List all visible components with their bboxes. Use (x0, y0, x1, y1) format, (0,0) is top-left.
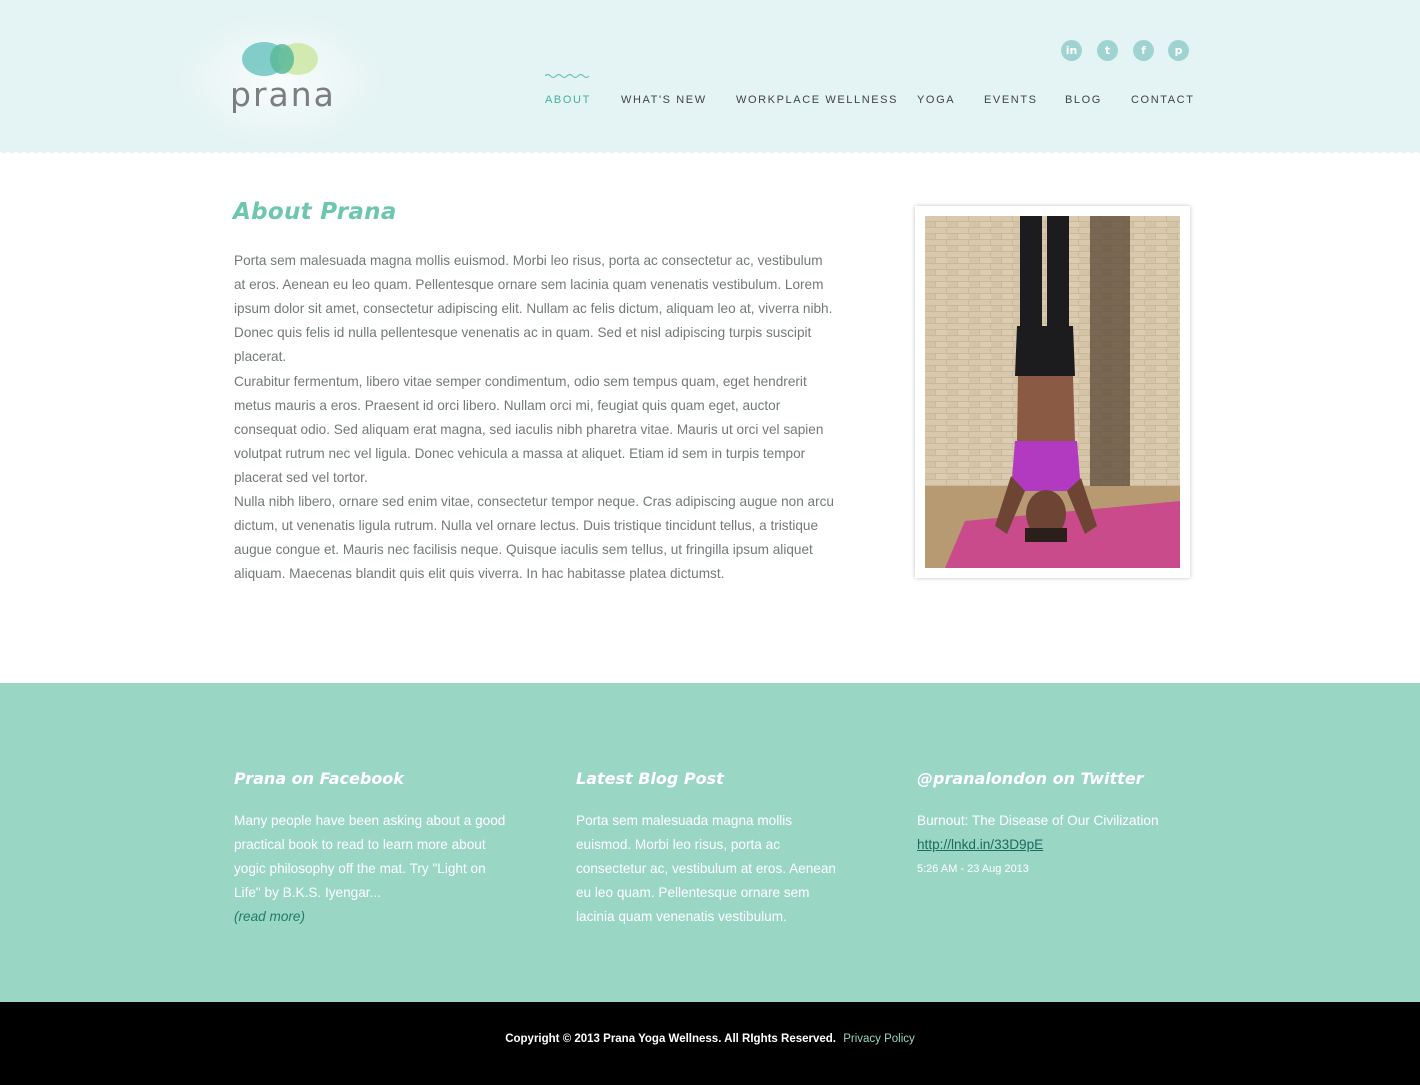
logo-blobs-icon (242, 42, 318, 76)
nav-whats-new[interactable]: WHAT'S NEW (621, 94, 707, 106)
facebook-widget-title: Prana on Facebook (234, 769, 404, 788)
about-paragraph-1: Porta sem malesuada magna mollis euismod… (234, 253, 833, 364)
blog-post-excerpt: Porta sem malesuada magna mollis euismod… (576, 813, 836, 924)
active-nav-wave-icon (545, 73, 589, 79)
read-more-link[interactable]: (read more) (234, 905, 509, 929)
copyright-text: Copyright © 2013 Prana Yoga Wellness. Al… (505, 1033, 836, 1045)
pinterest-icon[interactable]: p (1168, 40, 1189, 61)
logo-wordmark: prana (230, 75, 336, 114)
prana-logo[interactable]: prana (230, 38, 334, 118)
footer-widgets: Prana on Facebook Many people have been … (0, 683, 1420, 1002)
facebook-post-text: Many people have been asking about a goo… (234, 813, 506, 900)
about-paragraph-3: Nulla nibh libero, ornare sed enim vitae… (234, 494, 834, 581)
copyright-line: Copyright © 2013 Prana Yoga Wellness. Al… (0, 1033, 1420, 1045)
site-footer: Copyright © 2013 Prana Yoga Wellness. Al… (0, 1002, 1420, 1085)
nav-events[interactable]: EVENTS (984, 94, 1038, 106)
tweet-link[interactable]: http://lnkd.in/33D9pE (917, 833, 1192, 857)
nav-contact[interactable]: CONTACT (1131, 94, 1195, 106)
twitter-widget-title: @pranalondon on Twitter (917, 769, 1144, 788)
nav-yoga[interactable]: YOGA (917, 94, 955, 106)
blog-widget-title: Latest Blog Post (576, 769, 724, 788)
linkedin-icon[interactable]: in (1061, 40, 1082, 61)
twitter-widget: Burnout: The Disease of Our Civilization… (917, 809, 1192, 881)
nav-about[interactable]: ABOUT (545, 94, 591, 106)
nav-blog[interactable]: BLOG (1065, 94, 1102, 106)
about-paragraph-2: Curabitur fermentum, libero vitae semper… (234, 374, 824, 485)
site-header: prana in t f p ABOUT WHAT'S NEW WORKPLAC… (0, 0, 1420, 155)
facebook-icon[interactable]: f (1133, 40, 1154, 61)
photo-frame (915, 206, 1190, 578)
twitter-icon[interactable]: t (1097, 40, 1118, 61)
facebook-widget: Many people have been asking about a goo… (234, 809, 509, 929)
header-scalloped-edge (0, 150, 1420, 156)
tweet-timestamp: 5:26 AM - 23 Aug 2013 (917, 863, 1029, 875)
yoga-headstand-photo (925, 216, 1180, 568)
page-title: About Prana (233, 199, 397, 225)
nav-workplace-wellness[interactable]: WORKPLACE WELLNESS (736, 94, 898, 106)
privacy-policy-link[interactable]: Privacy Policy (843, 1033, 915, 1045)
tweet-text: Burnout: The Disease of Our Civilization (917, 813, 1159, 828)
